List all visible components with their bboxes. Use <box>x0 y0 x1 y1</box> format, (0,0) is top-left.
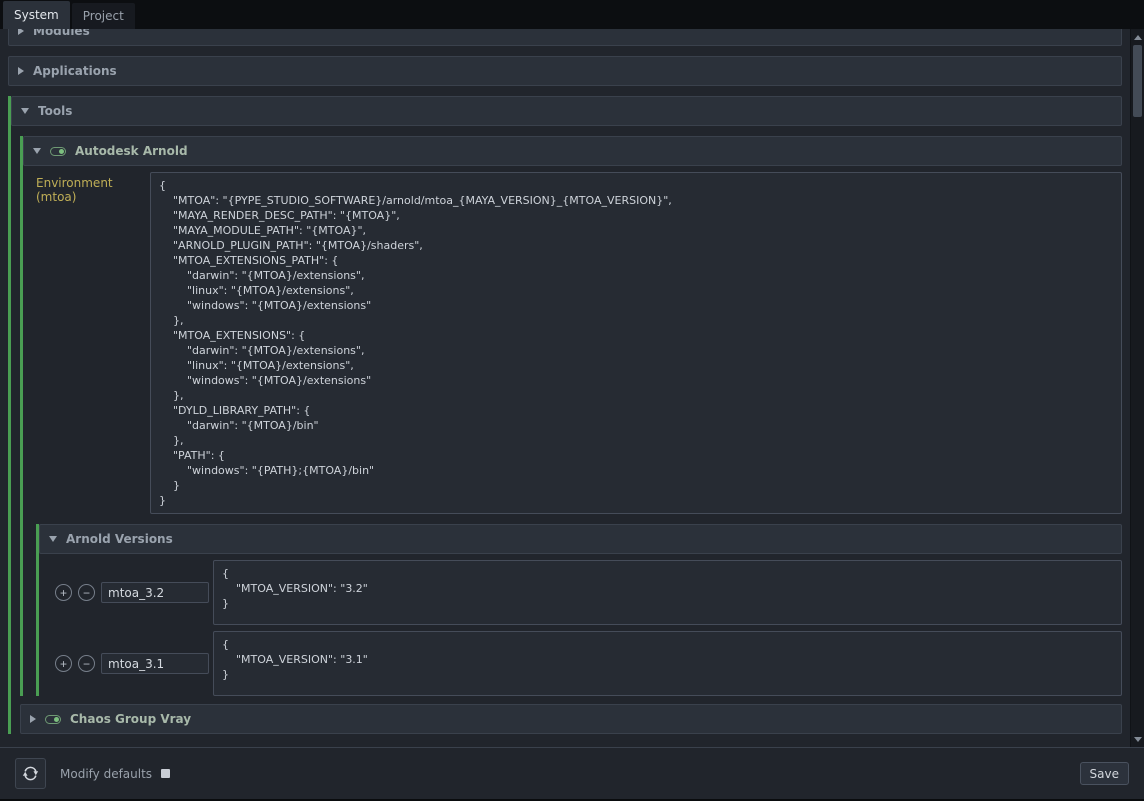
group-modules-title: Modules <box>33 29 90 38</box>
group-applications-header[interactable]: Applications <box>8 56 1122 86</box>
version-row: + − { "MTOA_VERSION": "3.1" } <box>55 631 1122 696</box>
group-tools: Tools Autodesk Arnold Envir <box>8 96 1122 734</box>
footer-bar: Modify defaults Save <box>0 747 1144 799</box>
tab-system[interactable]: System <box>3 1 70 29</box>
version-row: + − { "MTOA_VERSION": "3.2" } <box>55 560 1122 625</box>
chevron-down-icon <box>49 536 57 542</box>
add-version-button[interactable]: + <box>55 655 72 672</box>
group-applications: Applications <box>8 56 1122 86</box>
group-tools-header[interactable]: Tools <box>11 96 1122 126</box>
group-tools-body: Autodesk Arnold Environment (mtoa) { "MT… <box>11 126 1122 734</box>
settings-window: System Project Modules Applications <box>0 0 1144 801</box>
group-chaos-group-vray-title: Chaos Group Vray <box>70 712 191 726</box>
group-chaos-group-vray-header[interactable]: Chaos Group Vray <box>20 704 1122 734</box>
version-json-textarea[interactable]: { "MTOA_VERSION": "3.2" } <box>213 560 1122 625</box>
save-button[interactable]: Save <box>1080 762 1129 785</box>
group-applications-title: Applications <box>33 64 117 78</box>
refresh-button[interactable] <box>15 758 46 789</box>
group-modules: Modules <box>8 29 1122 46</box>
group-arnold-versions-title: Arnold Versions <box>66 532 173 546</box>
group-autodesk-arnold-body: Environment (mtoa) { "MTOA": "{PYPE_STUD… <box>23 166 1122 696</box>
chevron-right-icon <box>18 29 24 35</box>
version-json-textarea[interactable]: { "MTOA_VERSION": "3.1" } <box>213 631 1122 696</box>
chevron-down-icon <box>21 108 29 114</box>
refresh-icon <box>22 765 39 782</box>
add-version-button[interactable]: + <box>55 584 72 601</box>
group-autodesk-arnold-header[interactable]: Autodesk Arnold <box>23 136 1122 166</box>
arrow-down-icon <box>1134 737 1142 742</box>
arrow-up-icon <box>1134 35 1142 40</box>
group-modules-header[interactable]: Modules <box>8 29 1122 46</box>
tab-project[interactable]: Project <box>72 3 135 29</box>
environment-json-textarea[interactable]: { "MTOA": "{PYPE_STUDIO_SOFTWARE}/arnold… <box>150 172 1122 514</box>
modify-defaults-label: Modify defaults <box>60 767 152 781</box>
group-autodesk-arnold: Autodesk Arnold Environment (mtoa) { "MT… <box>20 136 1122 696</box>
group-arnold-versions: Arnold Versions + − { "MTOA_VERSION": "3… <box>36 524 1122 696</box>
tab-bar: System Project <box>0 0 1144 29</box>
settings-content: Modules Applications Tools <box>0 29 1130 747</box>
group-arnold-versions-header[interactable]: Arnold Versions <box>39 524 1122 554</box>
scroll-down-button[interactable] <box>1131 732 1144 746</box>
group-tools-title: Tools <box>38 104 72 118</box>
modify-defaults-checkbox[interactable] <box>161 769 170 778</box>
chevron-right-icon <box>18 67 24 75</box>
environment-label: Environment (mtoa) <box>36 172 150 204</box>
arnold-enabled-toggle-icon[interactable] <box>50 147 66 156</box>
remove-version-button[interactable]: − <box>78 655 95 672</box>
vray-enabled-toggle-icon[interactable] <box>45 715 61 724</box>
chevron-right-icon <box>30 715 36 723</box>
version-name-input[interactable] <box>101 582 209 603</box>
remove-version-button[interactable]: − <box>78 584 95 601</box>
group-autodesk-arnold-title: Autodesk Arnold <box>75 144 188 158</box>
settings-viewport: Modules Applications Tools <box>0 29 1144 747</box>
chevron-down-icon <box>33 148 41 154</box>
version-name-input[interactable] <box>101 653 209 674</box>
group-arnold-versions-body: + − { "MTOA_VERSION": "3.2" } + − <box>39 554 1122 696</box>
vertical-scrollbar[interactable] <box>1130 29 1144 747</box>
scrollbar-thumb[interactable] <box>1133 45 1142 117</box>
environment-row: Environment (mtoa) { "MTOA": "{PYPE_STUD… <box>36 172 1122 514</box>
group-chaos-group-vray: Chaos Group Vray <box>20 704 1122 734</box>
scroll-up-button[interactable] <box>1131 30 1144 44</box>
